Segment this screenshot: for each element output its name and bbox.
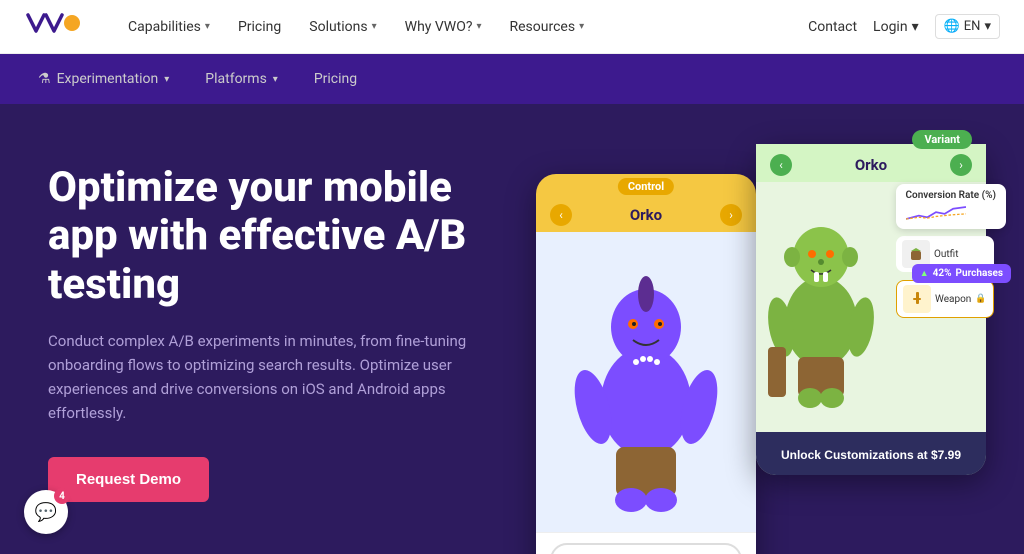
chevron-down-icon: ▾ — [476, 21, 481, 32]
phone-control-header: ‹ Orko › — [536, 194, 756, 232]
phone-variant-header: ‹ Orko › — [756, 144, 986, 182]
back-arrow[interactable]: ‹ — [550, 204, 572, 226]
lock-icon: 🔒 — [975, 294, 986, 304]
trend-chart — [906, 203, 966, 223]
contact-link[interactable]: Contact — [808, 19, 857, 35]
variant-char-name: Orko — [798, 156, 944, 174]
phone-variant-footer: Unlock Customizations at $7.99 — [756, 432, 986, 475]
phone-mockups: Control ‹ Orko › — [536, 144, 996, 554]
nav-solutions[interactable]: Solutions ▾ — [297, 13, 388, 41]
forward-arrow-variant[interactable]: › — [950, 154, 972, 176]
control-badge: Control — [618, 178, 674, 195]
purchases-badge: ▲ 42% Purchases — [912, 264, 1011, 283]
chat-widget[interactable]: 💬 4 — [24, 490, 68, 534]
conversion-rate-badge: Conversion Rate (%) — [896, 184, 1007, 229]
nav-links: Capabilities ▾ Pricing Solutions ▾ Why V… — [116, 13, 808, 41]
sub-navigation: ⚗ Experimentation ▾ Platforms ▾ Pricing — [0, 54, 1024, 104]
chevron-down-icon: ▾ — [164, 74, 169, 85]
globe-icon: 🌐 — [944, 19, 960, 34]
forward-arrow[interactable]: › — [720, 204, 742, 226]
chevron-down-icon: ▾ — [372, 21, 377, 32]
hero-visual: Control ‹ Orko › — [512, 154, 976, 554]
hero-text-block: Optimize your mobile app with effective … — [48, 154, 512, 502]
chevron-down-icon: ▾ — [273, 74, 278, 85]
chevron-down-icon: ▾ — [912, 19, 919, 35]
hero-title: Optimize your mobile app with effective … — [48, 164, 512, 309]
phone-control-content — [536, 232, 756, 532]
flask-icon: ⚗ — [38, 71, 51, 87]
phone-char-name: Orko — [578, 206, 714, 224]
phone-control-footer: Buy Customization Pa... — [536, 532, 756, 554]
subnav-platforms[interactable]: Platforms ▾ — [191, 63, 292, 95]
nav-capabilities[interactable]: Capabilities ▾ — [116, 13, 222, 41]
character-green-area — [766, 192, 886, 422]
character-purple-svg — [571, 252, 721, 512]
nav-why-vwo[interactable]: Why VWO? ▾ — [393, 13, 494, 41]
chevron-down-icon: ▾ — [984, 19, 991, 34]
login-button[interactable]: Login ▾ — [873, 19, 919, 35]
variant-badge: Variant — [912, 130, 972, 149]
logo[interactable] — [24, 9, 84, 44]
unlock-button[interactable]: Unlock Customizations at $7.99 — [770, 448, 972, 462]
weapon-icon — [903, 285, 931, 313]
request-demo-button[interactable]: Request Demo — [48, 457, 209, 502]
subnav-experimentation[interactable]: ⚗ Experimentation ▾ — [24, 63, 183, 95]
hero-section: Optimize your mobile app with effective … — [0, 104, 1024, 554]
language-selector[interactable]: 🌐 EN ▾ — [935, 14, 1000, 39]
nav-resources[interactable]: Resources ▾ — [498, 13, 597, 41]
nav-right: Contact Login ▾ 🌐 EN ▾ — [808, 14, 1000, 39]
nav-pricing[interactable]: Pricing — [226, 13, 293, 41]
custom-item-weapon[interactable]: Weapon 🔒 — [896, 280, 994, 318]
subnav-pricing[interactable]: Pricing — [300, 63, 371, 95]
chevron-down-icon: ▾ — [579, 21, 584, 32]
chat-badge: 4 — [54, 488, 70, 504]
up-arrow-icon: ▲ — [920, 268, 929, 279]
character-green-svg — [766, 192, 876, 412]
phone-control: Control ‹ Orko › — [536, 174, 756, 554]
back-arrow-variant[interactable]: ‹ — [770, 154, 792, 176]
chat-icon: 💬 — [35, 502, 57, 523]
top-navigation: Capabilities ▾ Pricing Solutions ▾ Why V… — [0, 0, 1024, 54]
chevron-down-icon: ▾ — [205, 21, 210, 32]
hero-description: Conduct complex A/B experiments in minut… — [48, 329, 488, 425]
